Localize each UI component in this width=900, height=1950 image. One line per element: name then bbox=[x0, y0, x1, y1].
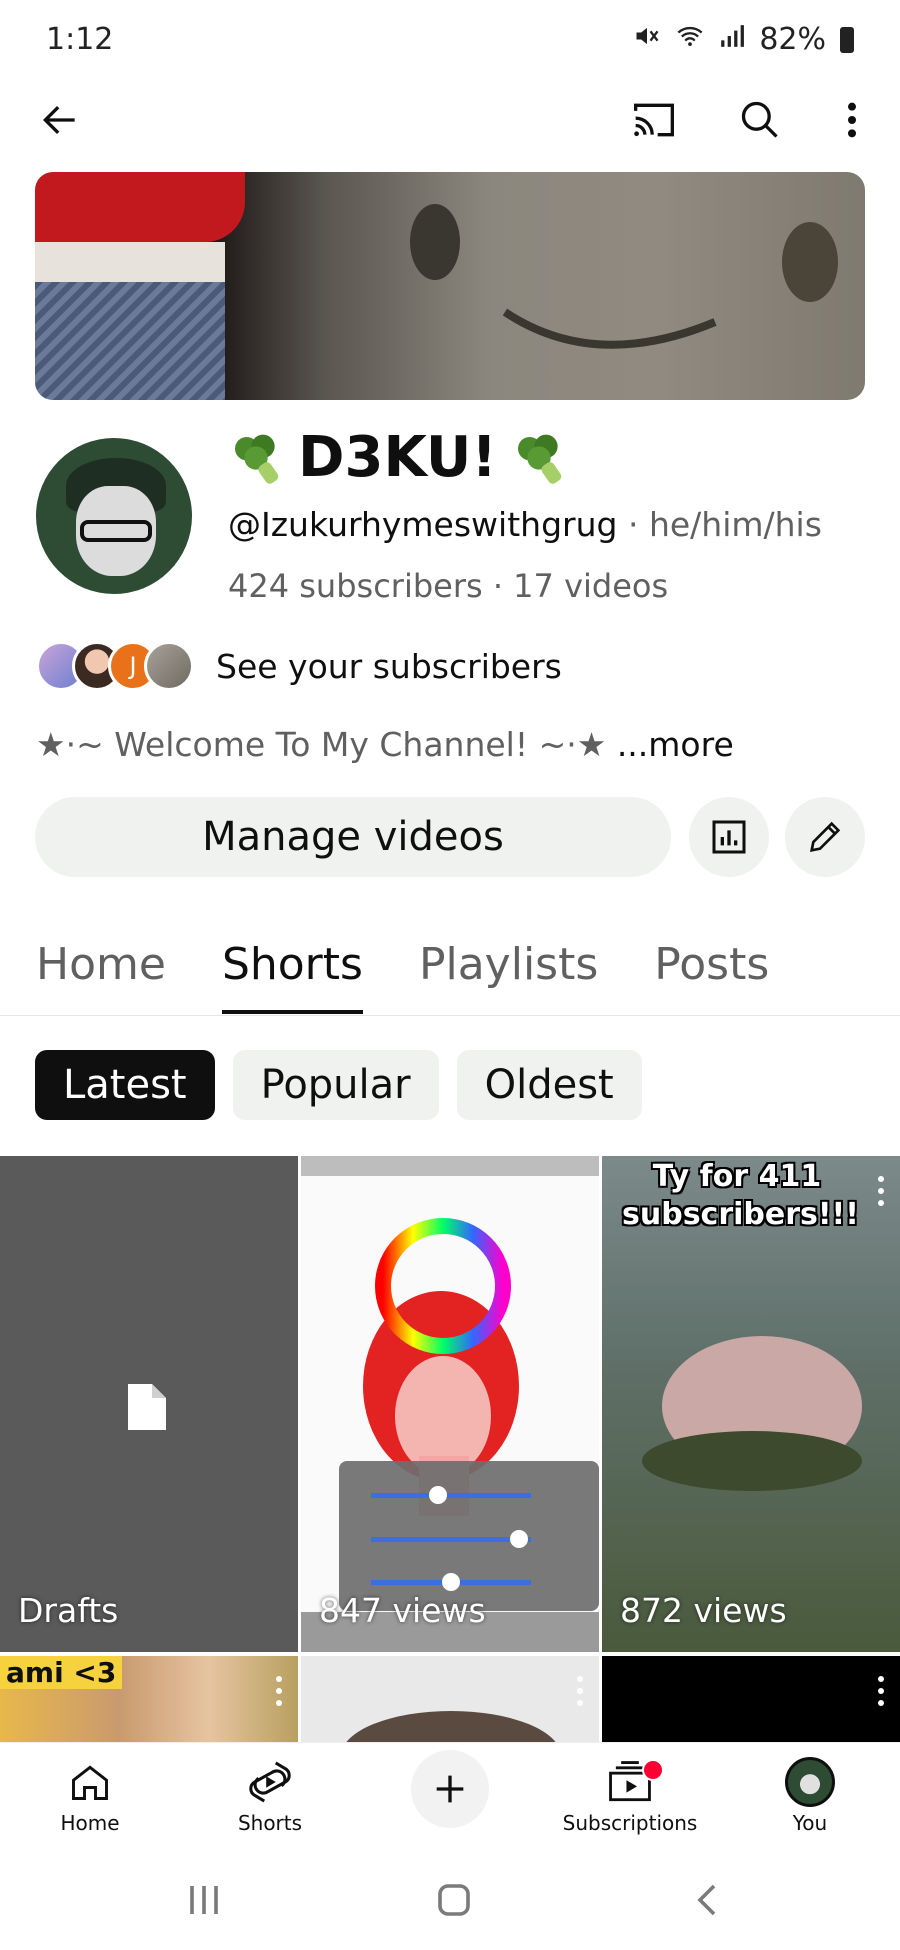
short-overlay-title: Ty for 411 subscribers!!! bbox=[622, 1159, 859, 1232]
nav-home-label: Home bbox=[60, 1811, 120, 1835]
tab-playlists[interactable]: Playlists bbox=[419, 930, 598, 1016]
signal-icon bbox=[719, 23, 745, 56]
nav-subscriptions[interactable]: Subscriptions bbox=[560, 1753, 700, 1835]
nav-you[interactable]: You bbox=[740, 1753, 880, 1835]
status-time: 1:12 bbox=[46, 22, 114, 57]
analytics-button[interactable] bbox=[689, 797, 769, 877]
shorts-icon bbox=[249, 1761, 291, 1803]
tab-home[interactable]: Home bbox=[36, 930, 166, 1016]
back-button[interactable] bbox=[30, 90, 90, 150]
pencil-icon bbox=[809, 821, 841, 853]
system-back-icon[interactable] bbox=[690, 1882, 726, 1918]
nav-shorts-label: Shorts bbox=[237, 1811, 303, 1835]
short-overlay-title: ami <3 bbox=[0, 1656, 123, 1689]
bottom-navigation: Home Shorts Subscriptions You bbox=[0, 1742, 900, 1851]
tab-posts[interactable]: Posts bbox=[654, 930, 769, 1016]
short-tile[interactable] bbox=[301, 1656, 599, 1742]
short-views: 872 views bbox=[620, 1591, 787, 1630]
more-options-button[interactable] bbox=[822, 90, 882, 150]
plush-face-image bbox=[410, 204, 838, 349]
short-tile[interactable]: ami <3 bbox=[0, 1656, 298, 1742]
short-views: 847 views bbox=[319, 1591, 486, 1630]
tab-shorts[interactable]: Shorts bbox=[221, 930, 363, 1016]
channel-banner bbox=[35, 172, 865, 400]
chip-latest[interactable]: Latest bbox=[35, 1050, 215, 1120]
search-button[interactable] bbox=[730, 90, 790, 150]
battery-percent: 82% bbox=[759, 22, 826, 57]
kebab-menu-icon bbox=[848, 102, 856, 138]
channel-handle-row: @Izukurhymeswithgrug · he/him/his bbox=[228, 505, 822, 544]
nav-subscriptions-label: Subscriptions bbox=[562, 1811, 698, 1835]
search-icon bbox=[741, 101, 778, 138]
edit-channel-button[interactable] bbox=[785, 797, 865, 877]
top-app-bar bbox=[0, 80, 900, 160]
drafts-tile[interactable]: Drafts bbox=[0, 1156, 298, 1652]
wifi-icon bbox=[675, 22, 705, 57]
channel-stats: 424 subscribers · 17 videos bbox=[228, 567, 669, 605]
description-text: ★·~ Welcome To My Channel! ~·★ bbox=[36, 725, 607, 764]
analytics-icon bbox=[712, 820, 746, 854]
drafts-label: Drafts bbox=[18, 1591, 119, 1630]
see-subscribers-row[interactable]: J See your subscribers bbox=[36, 638, 562, 694]
channel-avatar[interactable] bbox=[36, 438, 192, 594]
recents-icon[interactable] bbox=[186, 1882, 222, 1918]
short-tile[interactable]: Ty for 411 subscribers!!! 872 views bbox=[602, 1156, 900, 1652]
nav-create-button[interactable] bbox=[380, 1750, 520, 1828]
cast-button[interactable] bbox=[624, 90, 684, 150]
battery-icon bbox=[840, 26, 854, 53]
home-icon bbox=[72, 1765, 108, 1800]
short-tile[interactable]: 847 views bbox=[301, 1156, 599, 1652]
cast-icon bbox=[634, 103, 674, 137]
chip-oldest[interactable]: Oldest bbox=[456, 1050, 642, 1120]
channel-name-text: D3KU! bbox=[298, 425, 497, 490]
short-menu-button[interactable] bbox=[575, 1676, 585, 1706]
see-subscribers-label: See your subscribers bbox=[216, 646, 562, 686]
chip-popular[interactable]: Popular bbox=[232, 1050, 439, 1120]
sort-chips: Latest Popular Oldest bbox=[35, 1050, 642, 1120]
broccoli-icon bbox=[511, 430, 567, 486]
channel-pronouns: he/him/his bbox=[648, 505, 822, 544]
more-link[interactable]: ...more bbox=[617, 725, 734, 764]
nav-you-label: You bbox=[792, 1811, 828, 1835]
system-navigation-bar bbox=[0, 1850, 900, 1950]
status-bar: 1:12 82% bbox=[0, 0, 900, 80]
channel-name: D3KU! bbox=[228, 425, 567, 490]
subscriber-avatar bbox=[144, 641, 194, 691]
short-menu-button[interactable] bbox=[274, 1676, 284, 1706]
notification-dot bbox=[642, 1759, 664, 1781]
channel-tabs: Home Shorts Playlists Posts bbox=[36, 930, 769, 1016]
nav-shorts[interactable]: Shorts bbox=[200, 1753, 340, 1835]
short-menu-button[interactable] bbox=[876, 1176, 886, 1206]
short-menu-button[interactable] bbox=[876, 1676, 886, 1706]
channel-handle: @Izukurhymeswithgrug bbox=[228, 505, 618, 544]
you-avatar bbox=[785, 1757, 835, 1807]
plus-icon bbox=[436, 1775, 464, 1803]
status-icons: 82% bbox=[633, 22, 854, 57]
home-button-icon[interactable] bbox=[436, 1882, 472, 1918]
nav-home[interactable]: Home bbox=[20, 1753, 160, 1835]
manage-videos-button[interactable]: Manage videos bbox=[35, 797, 671, 877]
short-tile[interactable] bbox=[602, 1656, 900, 1742]
create-icon-bg bbox=[411, 1750, 489, 1828]
mute-icon bbox=[633, 22, 661, 57]
tab-divider bbox=[0, 1015, 900, 1016]
back-arrow-icon bbox=[42, 105, 75, 135]
draft-file-icon bbox=[128, 1384, 166, 1430]
broccoli-icon bbox=[228, 430, 284, 486]
short-thumbnail bbox=[301, 1218, 599, 1652]
channel-description[interactable]: ★·~ Welcome To My Channel! ~·★ ...more bbox=[36, 725, 734, 764]
